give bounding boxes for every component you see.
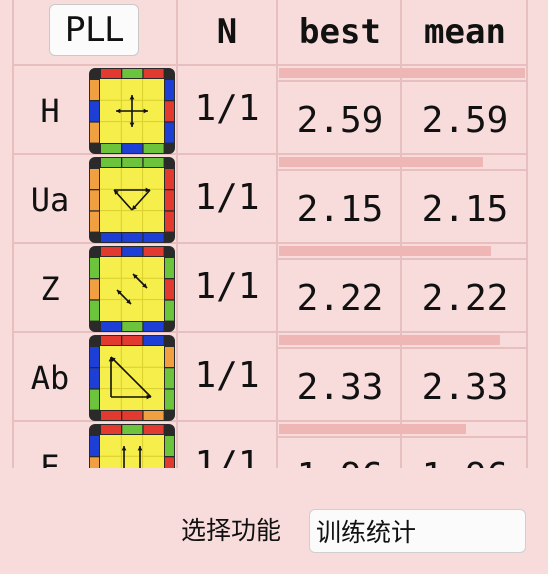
table-row[interactable]: E 1/1 1.96 1.96 xyxy=(0,422,548,468)
table-row[interactable]: Ua 1/1 2.15 2.15 xyxy=(0,155,548,244)
best-time: 2.22 xyxy=(296,277,384,319)
time-bar xyxy=(279,335,500,345)
pll-ab-icon xyxy=(89,335,175,421)
best-time: 2.15 xyxy=(296,188,384,230)
case-count: 1/1 xyxy=(194,266,260,307)
time-bar xyxy=(279,424,466,434)
pll-ua-icon xyxy=(89,157,175,243)
pll-set-button[interactable]: PLL xyxy=(49,4,139,56)
time-bar xyxy=(279,246,491,256)
table-row[interactable]: H 1/1 2.59 2.59 xyxy=(0,66,548,155)
pll-stats-table: PLL N best mean H 1/1 2.59 2.59 Ua 1/1 2… xyxy=(0,0,548,468)
header-n[interactable]: N xyxy=(179,0,275,64)
time-bar xyxy=(279,68,525,78)
mean-time: 2.33 xyxy=(421,366,509,408)
case-count: 1/1 xyxy=(194,88,260,129)
case-count: 1/1 xyxy=(194,177,260,218)
time-bar xyxy=(279,157,483,167)
mean-time: 2.22 xyxy=(421,277,509,319)
function-select[interactable]: 训练统计 xyxy=(309,509,526,553)
case-name: Ab xyxy=(30,358,70,397)
pll-h-icon xyxy=(89,68,175,154)
case-name: E xyxy=(40,447,60,469)
header-mean[interactable]: mean xyxy=(403,0,527,64)
case-name: Z xyxy=(40,269,60,308)
mean-time: 1.96 xyxy=(403,446,527,469)
pll-z-icon xyxy=(89,246,175,332)
case-count: 1/1 xyxy=(194,355,260,396)
case-name: H xyxy=(40,91,60,130)
table-row[interactable]: Ab 1/1 2.33 2.33 xyxy=(0,333,548,422)
best-time: 2.59 xyxy=(296,99,384,141)
function-label: 选择功能 xyxy=(181,516,282,545)
mean-time: 2.15 xyxy=(421,188,509,230)
pll-e-icon xyxy=(89,424,175,468)
best-time: 1.96 xyxy=(279,446,401,469)
mean-time: 2.59 xyxy=(421,99,509,141)
table-row[interactable]: Z 1/1 2.22 2.22 xyxy=(0,244,548,333)
header-best[interactable]: best xyxy=(279,0,401,64)
best-time: 2.33 xyxy=(296,366,384,408)
case-name: Ua xyxy=(30,180,70,219)
case-count: 1/1 xyxy=(194,444,260,468)
